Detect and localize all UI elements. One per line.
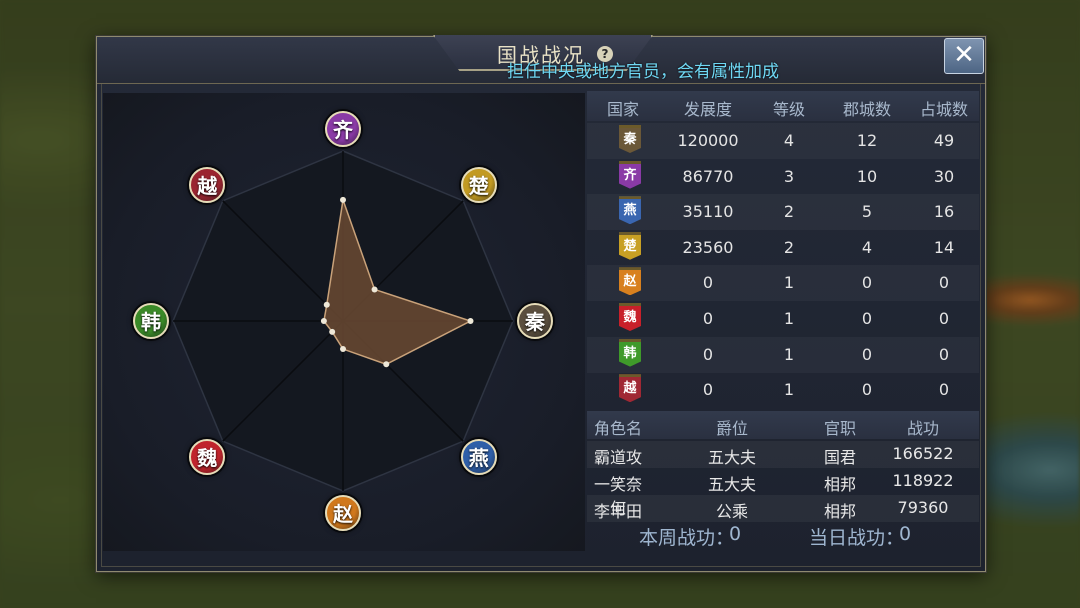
nation-node: 赵 [325,495,361,531]
daily-merit-value: 0 [899,523,912,545]
radar-data-point [329,328,336,335]
radar-data-point [340,346,346,353]
nation-cities-cell: 12 [856,131,878,150]
nation-development-cell: 23560 [682,237,734,257]
nation-row: 燕 35110 2 5 16 [587,194,979,231]
nation-development-cell: 0 [702,380,714,400]
nation-flag-icon: 燕 [619,196,641,225]
player-role-name-cell: 霸道攻 [593,448,642,467]
nation-flag-icon: 越 [619,374,641,403]
close-icon: ✕ [953,40,975,70]
player-row: 一笑奈何 五大夫 相邦 118922 [587,468,979,518]
nation-cities-cell: 0 [861,273,873,293]
nation-node: 韩 [133,303,169,339]
weekly-merit-label: 本周战功： [639,527,735,549]
merit-summary: 本周战功： 0 当日战功： 0 [587,519,979,551]
nation-cities-cell: 0 [861,309,873,328]
nation-node: 楚 [460,167,497,204]
nation-row: 齐 86770 3 10 30 [587,159,979,195]
nation-level-cell: 3 [783,166,795,186]
radar-data-point [467,318,474,324]
header-cities: 郡城数 [842,100,891,119]
player-office-cell: 相邦 [823,475,856,494]
nation-row: 越 0 1 0 0 [587,372,979,408]
close-button[interactable]: ✕ [944,38,984,74]
nation-occupied-cell: 49 [933,131,955,150]
nation-development-cell: 0 [702,309,714,328]
nation-level-cell: 2 [783,237,795,257]
nation-development-cell: 86770 [682,166,734,186]
nation-development-cell: 0 [702,273,714,293]
nation-node: 魏 [189,438,226,475]
player-title-rank-cell: 五大夫 [707,475,756,494]
nation-flag-icon: 魏 [619,303,641,331]
header-role-name: 角色名 [593,419,642,438]
player-table-header: 角色名 爵位 官职 战功 [587,411,979,439]
radar-chart-panel: 齐楚秦燕赵魏韩越 [103,93,585,551]
nation-level-cell: 1 [783,380,795,400]
header-office: 官职 [823,419,856,438]
nation-row: 赵 0 1 0 0 [587,265,979,302]
header-nation: 国家 [606,100,639,119]
nation-row: 秦 120000 4 12 49 [587,123,979,159]
nation-flag-icon: 楚 [619,231,641,260]
player-merit-cell: 118922 [892,471,954,490]
nation-occupied-cell: 14 [933,237,955,257]
weekly-merit-value: 0 [729,523,742,545]
radar-chart [172,150,514,492]
radar-data-point [371,286,378,293]
official-bonus-hint: 担任中央或地方官员，会有属性加成 [507,62,779,82]
daily-merit-label: 当日战功： [809,527,905,549]
nation-development-cell: 35110 [682,202,734,222]
nation-cities-cell: 0 [861,380,873,400]
header-title-rank: 爵位 [715,419,748,438]
nation-level-cell: 1 [783,344,795,364]
nation-cities-cell: 4 [861,237,873,257]
radar-data-point [340,196,346,203]
nation-node: 秦 [517,303,553,339]
nation-war-dialog: 国战战况 ? 担任中央或地方官员，会有属性加成 ✕ 齐楚秦燕赵魏韩越 国家 发展… [96,35,986,572]
nation-occupied-cell: 16 [933,202,955,222]
nation-level-cell: 1 [783,273,795,293]
nation-flag-icon: 齐 [619,160,641,189]
nation-development-cell: 0 [702,344,714,364]
nation-row: 魏 0 1 0 0 [587,301,979,337]
nation-row: 韩 0 1 0 0 [587,336,979,373]
nation-row: 楚 23560 2 4 14 [587,230,979,266]
nation-table-header: 国家 发展度 等级 郡城数 占城数 [587,91,979,121]
nation-cities-cell: 10 [856,166,878,186]
nation-flag-icon: 赵 [619,267,641,296]
nation-level-cell: 2 [783,202,795,222]
nation-cities-cell: 0 [861,344,873,364]
player-title-rank-cell: 五大夫 [707,448,756,467]
player-row: 李丰田 公乘 相邦 79360 [587,495,979,522]
nation-level-cell: 1 [783,309,795,328]
header-development: 发展度 [683,100,732,119]
nation-occupied-cell: 30 [933,166,955,186]
radar-data-point [320,318,327,324]
player-merit-cell: 166522 [892,444,954,463]
nation-occupied-cell: 0 [938,309,950,328]
nation-occupied-cell: 0 [938,344,950,364]
radar-data-point [383,361,390,368]
nation-node: 燕 [460,438,497,475]
player-merit-cell: 79360 [897,498,949,517]
nation-level-cell: 4 [783,131,795,150]
header-occupied: 占城数 [919,100,968,119]
nation-occupied-cell: 0 [938,380,950,400]
nation-flag-icon: 秦 [619,125,641,153]
header-level: 等级 [772,100,805,119]
header-merit: 战功 [906,419,939,438]
nation-cities-cell: 5 [861,202,873,222]
nation-node: 齐 [325,111,361,147]
nation-occupied-cell: 0 [938,273,950,293]
player-row: 霸道攻 五大夫 国君 166522 [587,441,979,468]
stats-panel: 国家 发展度 等级 郡城数 占城数 秦 120000 4 12 49 齐 86770 3 10 3… [587,91,979,551]
player-office-cell: 国君 [823,448,856,467]
nation-flag-icon: 韩 [619,338,641,367]
nation-development-cell: 120000 [677,131,739,150]
radar-data-point [323,301,330,308]
